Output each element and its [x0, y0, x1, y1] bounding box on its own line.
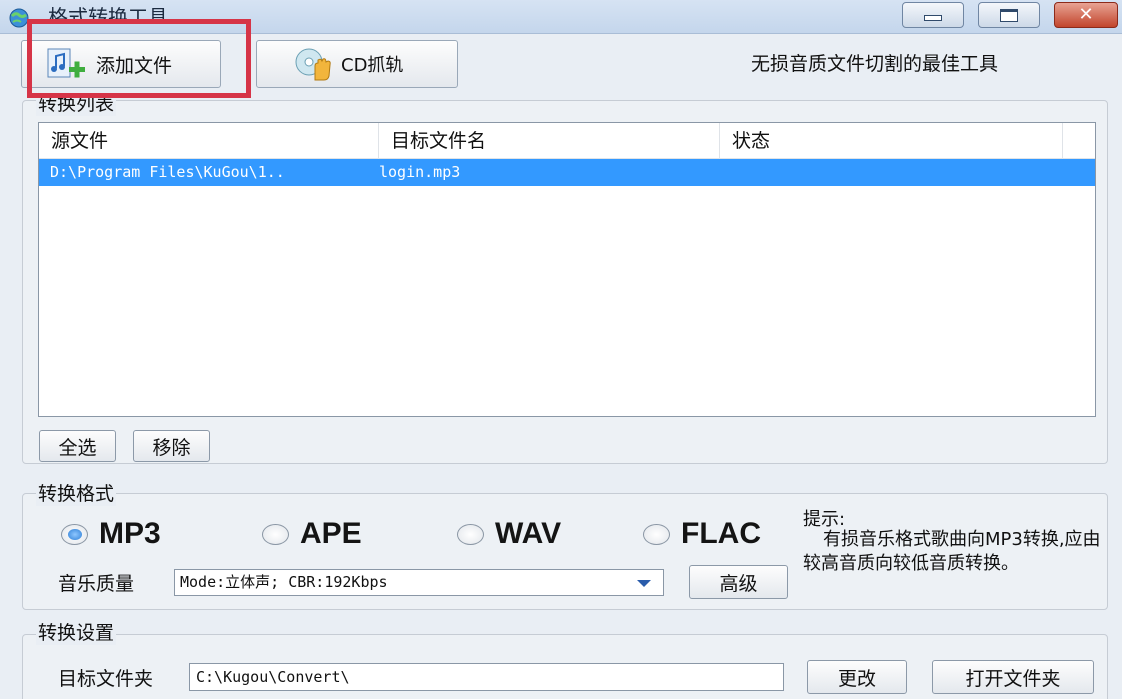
list-row[interactable]: D:\Program Files\KuGou\1.. login.mp3 — [39, 159, 1095, 186]
globe-app-icon — [8, 8, 30, 28]
quality-select[interactable]: Mode:立体声; CBR:192Kbps — [174, 569, 664, 596]
maximize-icon — [1000, 8, 1018, 22]
radio-mp3[interactable]: MP3 — [61, 517, 161, 551]
quality-select-value: Mode:立体声; CBR:192Kbps — [180, 573, 388, 591]
title-bar: 格式转换工具 ✕ — [0, 0, 1122, 34]
remove-button[interactable]: 移除 — [133, 430, 210, 462]
column-header-target[interactable]: 目标文件名 — [379, 123, 720, 159]
convert-format-title: 转换格式 — [36, 482, 117, 506]
radio-wav-label: WAV — [495, 517, 562, 550]
file-list[interactable]: 源文件 目标文件名 状态 D:\Program Files\KuGou\1.. … — [38, 122, 1096, 417]
minimize-button[interactable] — [902, 2, 964, 28]
column-header-source[interactable]: 源文件 — [39, 123, 379, 159]
add-file-button[interactable]: 添加文件 — [21, 40, 221, 88]
maximize-button[interactable] — [978, 2, 1040, 28]
radio-flac[interactable]: FLAC — [643, 517, 761, 551]
radio-ape[interactable]: APE — [262, 517, 362, 551]
radio-unselected-icon — [457, 523, 484, 545]
select-all-button[interactable]: 全选 — [39, 430, 116, 462]
add-music-file-icon — [47, 48, 85, 78]
target-folder-input[interactable]: C:\Kugou\Convert\ — [189, 663, 784, 691]
add-file-label: 添加文件 — [96, 54, 173, 77]
convert-settings-title: 转换设置 — [36, 621, 117, 645]
radio-selected-icon — [61, 523, 88, 545]
radio-ape-label: APE — [300, 517, 362, 550]
change-folder-button[interactable]: 更改 — [807, 660, 907, 694]
radio-unselected-icon — [643, 523, 670, 545]
quality-label: 音乐质量 — [58, 573, 135, 595]
tip-text: 有损音乐格式歌曲向MP3转换,应由较高音质向较低音质转换。 — [803, 529, 1101, 574]
row-target: login.mp3 — [379, 163, 461, 181]
radio-flac-label: FLAC — [681, 517, 761, 550]
radio-wav[interactable]: WAV — [457, 517, 561, 551]
advanced-button[interactable]: 高级 — [689, 565, 788, 599]
chevron-down-icon[interactable] — [637, 580, 651, 587]
radio-unselected-icon — [262, 523, 289, 545]
close-button[interactable]: ✕ — [1054, 2, 1118, 28]
cd-rip-button[interactable]: CD抓轨 — [256, 40, 458, 88]
target-folder-label: 目标文件夹 — [58, 668, 154, 690]
slogan-text: 无损音质文件切割的最佳工具 — [751, 53, 999, 75]
list-header: 源文件 目标文件名 状态 — [39, 123, 1095, 159]
radio-mp3-label: MP3 — [99, 517, 161, 550]
open-folder-button[interactable]: 打开文件夹 — [932, 660, 1094, 694]
row-source: D:\Program Files\KuGou\1.. — [50, 163, 285, 181]
convert-list-title: 转换列表 — [36, 93, 117, 116]
column-header-status[interactable]: 状态 — [720, 123, 1063, 159]
cd-rip-label: CD抓轨 — [341, 55, 404, 76]
cd-hand-icon — [295, 48, 331, 81]
window-title: 格式转换工具 — [48, 5, 168, 29]
minimize-icon — [924, 15, 942, 21]
close-icon: ✕ — [1078, 4, 1094, 25]
